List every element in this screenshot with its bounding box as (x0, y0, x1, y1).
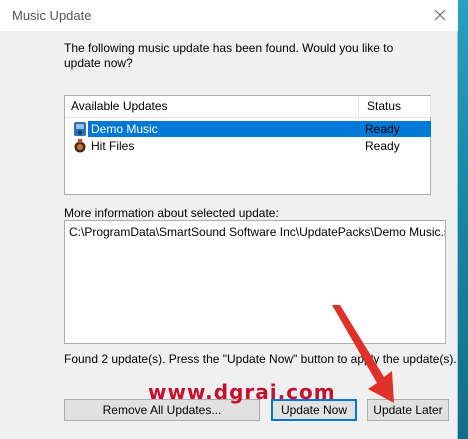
close-icon (434, 9, 446, 21)
desktop-background-right (458, 0, 468, 439)
list-item-status: Ready (365, 122, 400, 136)
red-arrow-annotation (332, 305, 394, 403)
gift-package-icon (74, 139, 86, 153)
list-header: Available Updates Status (65, 96, 431, 118)
column-header-available-updates[interactable]: Available Updates (65, 96, 359, 117)
list-item-demo-music[interactable]: Demo Music Ready (69, 121, 431, 137)
window-title: Music Update (12, 8, 92, 23)
column-header-status[interactable]: Status (359, 96, 431, 117)
available-updates-list[interactable]: Available Updates Status Demo Music Read… (64, 95, 431, 195)
watermark-text: www.dgrai.com (148, 380, 336, 404)
list-item-name: Hit Files (91, 139, 135, 153)
list-item-status: Ready (365, 139, 400, 153)
info-label: More information about selected update: (64, 206, 279, 220)
title-bar: Music Update (0, 0, 458, 31)
list-item-hit-files[interactable]: Hit Files Ready (69, 138, 431, 154)
prompt-text: The following music update has been foun… (64, 41, 394, 70)
close-button[interactable] (426, 2, 454, 28)
music-package-icon (74, 122, 86, 136)
list-item-name: Demo Music (91, 122, 158, 136)
music-update-dialog: Music Update The following music update … (0, 0, 458, 439)
